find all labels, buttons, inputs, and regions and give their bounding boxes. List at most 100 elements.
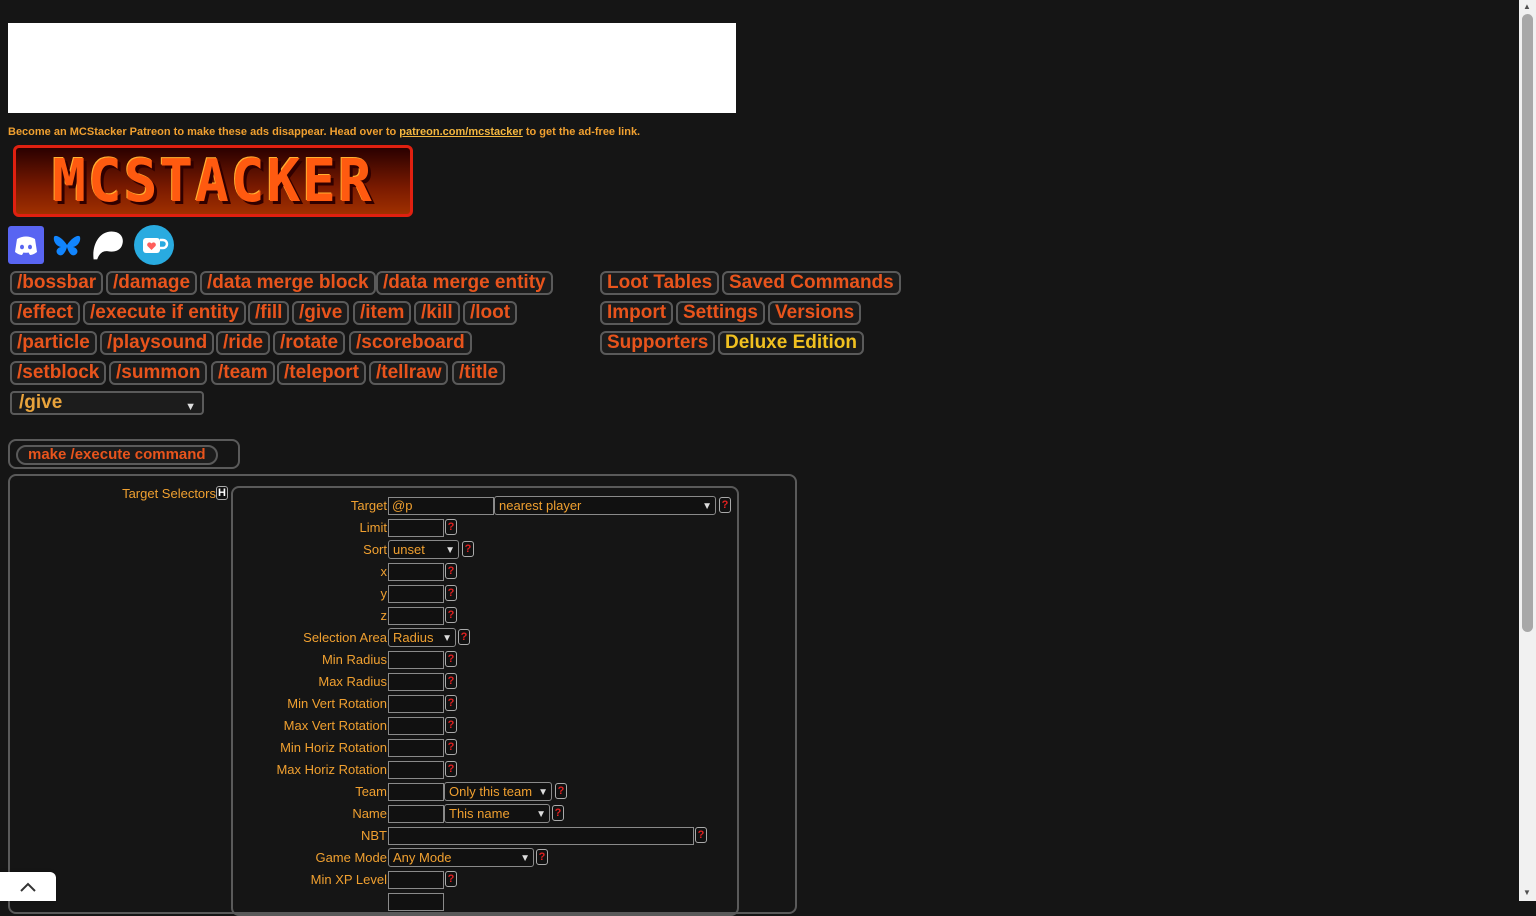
- game-mode-select[interactable]: Any Mode ▼: [388, 848, 534, 867]
- help-icon[interactable]: ?: [695, 827, 707, 843]
- target-input[interactable]: @p: [388, 497, 494, 515]
- make-execute-button[interactable]: make /execute command: [16, 445, 218, 465]
- supporters-button[interactable]: Supporters: [600, 331, 716, 355]
- next-input[interactable]: [388, 893, 444, 911]
- min-vert-rotation-input[interactable]: [388, 695, 444, 713]
- row-sort: Sort: [363, 542, 387, 557]
- y-input[interactable]: [388, 585, 444, 603]
- row-min-horiz-rotation: Min Horiz Rotation: [280, 740, 387, 755]
- mcstacker-logo[interactable]: MCSTACKER: [13, 145, 413, 217]
- nbt-input[interactable]: [388, 827, 694, 845]
- cmd-teleport[interactable]: /teleport: [277, 361, 366, 385]
- vertical-scrollbar[interactable]: ▲ ▼: [1519, 0, 1536, 901]
- help-icon[interactable]: ?: [445, 761, 457, 777]
- row-min-radius: Min Radius: [321, 652, 387, 667]
- cmd-effect[interactable]: /effect: [10, 301, 80, 325]
- row-min-vert-rotation: Min Vert Rotation: [287, 696, 387, 711]
- max-radius-input[interactable]: [388, 673, 444, 691]
- help-icon[interactable]: ?: [552, 805, 564, 821]
- cmd-team[interactable]: /team: [211, 361, 275, 385]
- cmd-data-merge-block[interactable]: /data merge block: [200, 271, 376, 295]
- scrollbar-thumb[interactable]: [1522, 14, 1533, 632]
- command-select[interactable]: /give ▼: [10, 391, 204, 415]
- logo-text: MCSTACKER: [52, 146, 374, 216]
- scroll-down-icon[interactable]: ▼: [1523, 888, 1531, 897]
- command-select-value: /give: [19, 392, 63, 413]
- back-to-top-button[interactable]: [0, 872, 56, 901]
- scroll-up-icon[interactable]: ▲: [1523, 2, 1531, 11]
- row-team: Team: [355, 784, 387, 799]
- selection-area-select[interactable]: Radius ▼: [388, 628, 456, 647]
- min-xp-level-input[interactable]: [388, 871, 444, 889]
- cmd-playsound[interactable]: /playsound: [100, 331, 215, 355]
- help-icon[interactable]: ?: [445, 717, 457, 733]
- cmd-item[interactable]: /item: [353, 301, 412, 325]
- z-input[interactable]: [388, 607, 444, 625]
- help-icon[interactable]: ?: [445, 563, 457, 579]
- cmd-scoreboard[interactable]: /scoreboard: [349, 331, 472, 355]
- chevron-down-icon: ▼: [185, 401, 196, 413]
- row-name: Name: [352, 806, 387, 821]
- cmd-setblock[interactable]: /setblock: [10, 361, 107, 385]
- help-icon[interactable]: ?: [445, 585, 457, 601]
- chevron-down-icon: ▼: [520, 853, 530, 864]
- ad-banner: [8, 23, 736, 113]
- help-icon[interactable]: ?: [555, 783, 567, 799]
- cmd-damage[interactable]: /damage: [106, 271, 198, 295]
- bluesky-icon[interactable]: [49, 226, 85, 264]
- cmd-tellraw[interactable]: /tellraw: [369, 361, 449, 385]
- cmd-rotate[interactable]: /rotate: [273, 331, 346, 355]
- loot-tables-button[interactable]: Loot Tables: [600, 271, 720, 295]
- name-select[interactable]: This name ▼: [444, 804, 550, 823]
- help-icon[interactable]: ?: [445, 673, 457, 689]
- help-icon[interactable]: ?: [462, 541, 474, 557]
- execute-container: make /execute command: [8, 439, 240, 469]
- help-icon[interactable]: ?: [445, 651, 457, 667]
- help-icon[interactable]: ?: [445, 607, 457, 623]
- max-vert-rotation-input[interactable]: [388, 717, 444, 735]
- cmd-ride[interactable]: /ride: [216, 331, 271, 355]
- x-input[interactable]: [388, 563, 444, 581]
- settings-button[interactable]: Settings: [676, 301, 765, 325]
- row-min-xp-level: Min XP Level: [310, 872, 387, 887]
- cmd-kill[interactable]: /kill: [414, 301, 460, 325]
- help-icon[interactable]: ?: [445, 695, 457, 711]
- cmd-data-merge-entity[interactable]: /data merge entity: [376, 271, 553, 295]
- cmd-bossbar[interactable]: /bossbar: [10, 271, 104, 295]
- team-input[interactable]: [388, 783, 444, 801]
- cmd-fill[interactable]: /fill: [248, 301, 290, 325]
- cmd-title[interactable]: /title: [452, 361, 506, 385]
- chevron-down-icon: ▼: [442, 633, 452, 644]
- target-select[interactable]: nearest player ▼: [494, 496, 716, 515]
- deluxe-edition-button[interactable]: Deluxe Edition: [718, 331, 864, 355]
- discord-icon[interactable]: [8, 226, 44, 264]
- cmd-loot[interactable]: /loot: [463, 301, 518, 325]
- help-icon[interactable]: ?: [445, 739, 457, 755]
- cmd-particle[interactable]: /particle: [10, 331, 97, 355]
- help-icon[interactable]: ?: [445, 871, 457, 887]
- chevron-down-icon: ▼: [536, 809, 546, 820]
- sort-select[interactable]: unset ▼: [388, 540, 459, 559]
- patreon-link[interactable]: patreon.com/mcstacker: [399, 126, 523, 138]
- name-input[interactable]: [388, 805, 444, 823]
- help-icon[interactable]: ?: [458, 629, 470, 645]
- limit-input[interactable]: [388, 519, 444, 537]
- row-max-horiz-rotation: Max Horiz Rotation: [276, 762, 387, 777]
- patreon-icon[interactable]: [90, 226, 126, 264]
- cmd-execute-if-entity[interactable]: /execute if entity: [83, 301, 246, 325]
- help-icon[interactable]: ?: [445, 519, 457, 535]
- help-icon[interactable]: ?: [536, 849, 548, 865]
- help-icon[interactable]: ?: [719, 497, 731, 513]
- row-limit: Limit: [359, 520, 387, 535]
- saved-commands-button[interactable]: Saved Commands: [722, 271, 901, 295]
- row-z: z: [380, 608, 388, 623]
- import-button[interactable]: Import: [600, 301, 674, 325]
- min-radius-input[interactable]: [388, 651, 444, 669]
- kofi-icon[interactable]: [134, 225, 174, 265]
- versions-button[interactable]: Versions: [768, 301, 862, 325]
- cmd-summon[interactable]: /summon: [109, 361, 208, 385]
- cmd-give[interactable]: /give: [292, 301, 350, 325]
- max-horiz-rotation-input[interactable]: [388, 761, 444, 779]
- min-horiz-rotation-input[interactable]: [388, 739, 444, 757]
- team-select[interactable]: Only this team ▼: [444, 782, 552, 801]
